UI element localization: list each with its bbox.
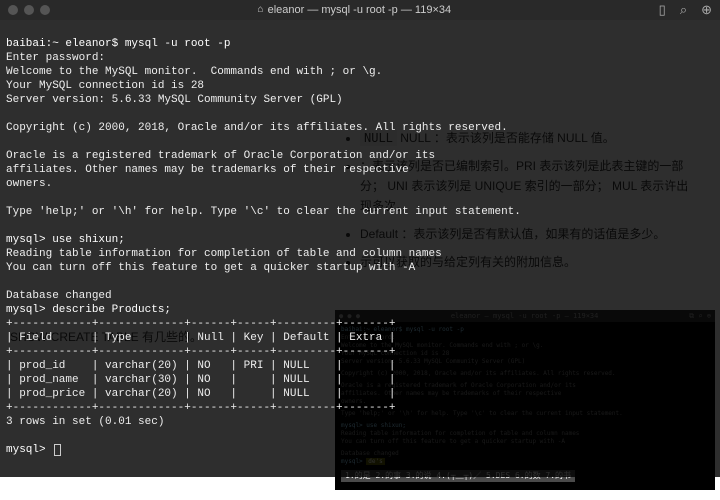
terminal-output-line: Type 'help;' or '\h' for help. Type '\c'…	[6, 206, 521, 218]
home-icon: ⌂	[258, 3, 264, 17]
window-controls[interactable]	[8, 5, 50, 15]
terminal-output-line: owners.	[6, 178, 52, 190]
table-separator: +------------+-------------+------+-----…	[6, 318, 395, 330]
table-row: | prod_name | varchar(30) | NO | | NULL …	[6, 374, 395, 386]
shell-prompt: baibai:~ eleanor$ mysql -u root -p	[6, 38, 230, 50]
terminal-output-line: Welcome to the MySQL monitor. Commands e…	[6, 66, 382, 78]
terminal-output-line: Database changed	[6, 290, 112, 302]
terminal-output-line: You can turn off this feature to get a q…	[6, 262, 415, 274]
terminal-output-line: 3 rows in set (0.01 sec)	[6, 416, 164, 428]
terminal-output-line: Reading table information for completion…	[6, 248, 442, 260]
panes-icon[interactable]: ▯	[659, 3, 666, 17]
terminal-output-line: Oracle is a registered trademark of Orac…	[6, 150, 435, 162]
terminal-body[interactable]: baibai:~ eleanor$ mysql -u root -p Enter…	[0, 20, 720, 477]
table-separator: +------------+-------------+------+-----…	[6, 346, 395, 358]
terminal-output-line: Your MySQL connection id is 28	[6, 80, 204, 92]
zoom-icon[interactable]	[40, 5, 50, 15]
minimize-icon[interactable]	[24, 5, 34, 15]
new-tab-icon[interactable]: ⊕	[701, 3, 712, 17]
table-row: | prod_id | varchar(20) | NO | PRI | NUL…	[6, 360, 395, 372]
titlebar[interactable]: ⌂ eleanor — mysql -u root -p — 119×34 ▯ …	[0, 0, 720, 20]
terminal-output-line: Server version: 5.6.33 MySQL Community S…	[6, 94, 343, 106]
window-title: ⌂ eleanor — mysql -u root -p — 119×34	[50, 3, 659, 17]
table-row: | prod_price | varchar(20) | NO | | NULL…	[6, 388, 395, 400]
table-separator: +------------+-------------+------+-----…	[6, 402, 395, 414]
terminal-output-line: Enter password:	[6, 52, 105, 64]
table-header: | Field | Type | Null | Key | Default | …	[6, 332, 395, 344]
cursor-icon	[54, 444, 61, 456]
close-icon[interactable]	[8, 5, 18, 15]
terminal-window: ⌂ eleanor — mysql -u root -p — 119×34 ▯ …	[0, 0, 720, 477]
mysql-prompt: mysql> describe Products;	[6, 304, 171, 316]
mysql-prompt: mysql>	[6, 444, 52, 456]
mysql-prompt: mysql> use shixun;	[6, 234, 125, 246]
search-icon[interactable]: ⌕	[680, 3, 687, 17]
terminal-output-line: Copyright (c) 2000, 2018, Oracle and/or …	[6, 122, 508, 134]
terminal-output-line: affiliates. Other names may be trademark…	[6, 164, 409, 176]
